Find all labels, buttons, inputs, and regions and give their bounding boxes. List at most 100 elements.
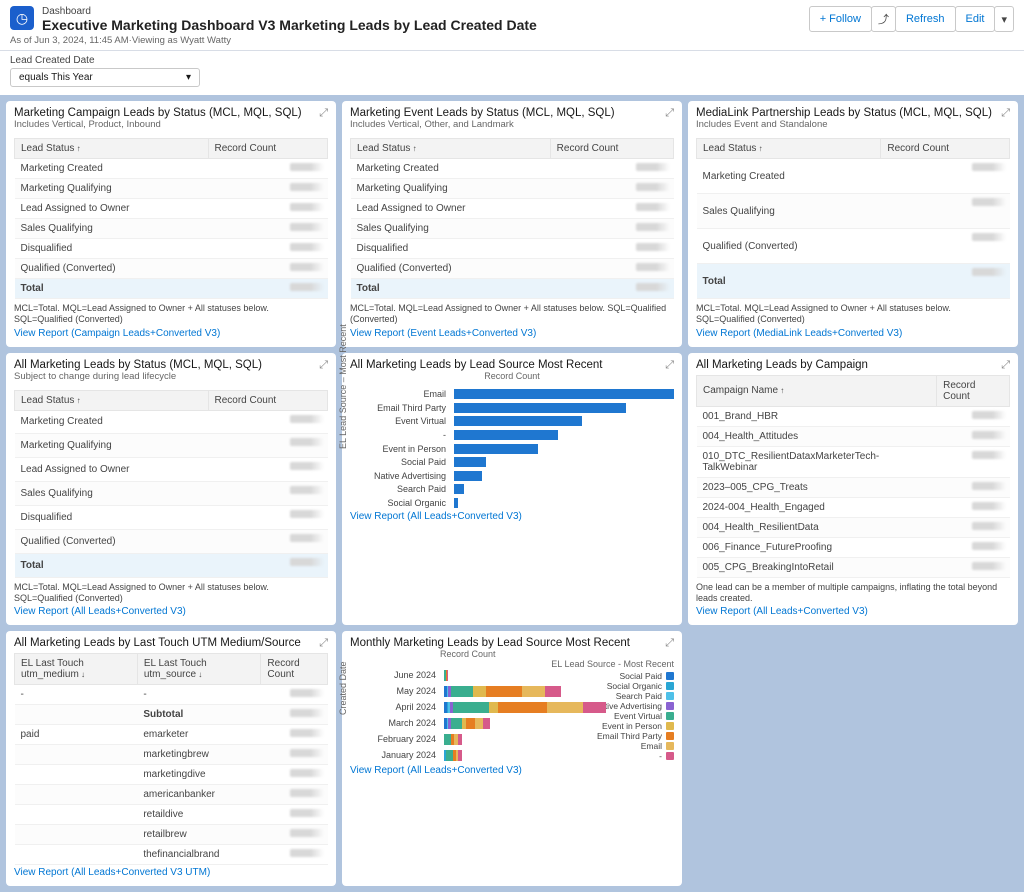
col-record-count[interactable]: Record Count xyxy=(937,375,1010,406)
bar-segment[interactable] xyxy=(522,686,545,697)
bar-segment[interactable] xyxy=(547,702,583,713)
page-header: ◷ Dashboard Executive Marketing Dashboar… xyxy=(0,0,1024,51)
bar-segment[interactable] xyxy=(453,702,489,713)
table-row: 004_Health_ResilientData xyxy=(697,517,1010,537)
bar-segment[interactable] xyxy=(475,718,482,729)
bar-segment[interactable] xyxy=(545,686,561,697)
campaign-link[interactable]: 2024-004_Health_Engaged xyxy=(697,497,937,517)
card-subtitle: Includes Event and Standalone xyxy=(696,119,1010,130)
bar-segment[interactable] xyxy=(458,734,462,745)
col-lead-status[interactable]: Lead Status xyxy=(351,139,551,159)
bar-segment[interactable] xyxy=(486,686,522,697)
bar-segment[interactable] xyxy=(466,718,475,729)
bar[interactable] xyxy=(454,471,482,481)
bar-segment[interactable] xyxy=(447,670,449,681)
bar-label: Search Paid xyxy=(370,484,450,494)
stacked-bar[interactable] xyxy=(444,702,624,713)
bar-segment[interactable] xyxy=(583,702,606,713)
col-lead-status[interactable]: Lead Status xyxy=(15,139,209,159)
table-row: Qualified (Converted) xyxy=(15,259,328,279)
col-utm-medium[interactable]: EL Last Touch utm_medium xyxy=(15,654,138,685)
card-all-leads-status: ⤢ All Marketing Leads by Status (MCL, MQ… xyxy=(6,353,336,626)
bar[interactable] xyxy=(454,430,558,440)
dashboard-grid: ⤢ Marketing Campaign Leads by Status (MC… xyxy=(0,95,1024,892)
col-record-count[interactable]: Record Count xyxy=(208,139,328,159)
campaign-link[interactable]: 2023–005_CPG_Treats xyxy=(697,477,937,497)
table-row: Sales Qualifying xyxy=(15,482,328,506)
table-row: Marketing Created xyxy=(15,159,328,179)
bar-segment[interactable] xyxy=(473,686,487,697)
stacked-bar[interactable] xyxy=(444,686,624,697)
bar-segment[interactable] xyxy=(444,734,451,745)
refresh-button[interactable]: Refresh xyxy=(895,6,956,32)
bar-segment[interactable] xyxy=(446,750,453,761)
col-lead-status[interactable]: Lead Status xyxy=(15,390,209,410)
expand-icon[interactable]: ⤢ xyxy=(1001,107,1010,120)
share-button[interactable]: ⤴ xyxy=(871,6,896,32)
view-report-link[interactable]: View Report (All Leads+Converted V3) xyxy=(14,606,328,617)
breadcrumb: Dashboard xyxy=(42,6,537,17)
expand-icon[interactable]: ⤢ xyxy=(319,359,328,372)
stacked-bar[interactable] xyxy=(444,718,624,729)
x-axis-label: Record Count xyxy=(350,649,674,659)
expand-icon[interactable]: ⤢ xyxy=(665,359,674,372)
campaign-link[interactable]: 005_CPG_BreakingIntoRetail xyxy=(697,557,937,577)
expand-icon[interactable]: ⤢ xyxy=(665,637,674,650)
bar[interactable] xyxy=(454,403,626,413)
bar-segment[interactable] xyxy=(483,718,490,729)
bar-row: Native Advertising xyxy=(370,470,674,482)
campaign-link[interactable]: 004_Health_Attitudes xyxy=(697,426,937,446)
view-report-link[interactable]: View Report (All Leads+Converted V3) xyxy=(350,765,674,776)
table-body: Marketing Created Marketing Qualifying L… xyxy=(15,159,328,299)
edit-caret-button[interactable]: ▾ xyxy=(994,6,1014,32)
filter-lead-created-date[interactable]: equals This Year ▾ xyxy=(10,68,200,87)
follow-button[interactable]: + Follow xyxy=(809,6,872,32)
edit-button[interactable]: Edit xyxy=(955,6,996,32)
campaign-link[interactable]: 001_Brand_HBR xyxy=(697,406,937,426)
bar-segment[interactable] xyxy=(498,702,548,713)
x-axis-label: Record Count xyxy=(350,371,674,381)
stacked-bar[interactable] xyxy=(444,670,624,681)
view-report-link[interactable]: View Report (Campaign Leads+Converted V3… xyxy=(14,328,328,339)
view-report-link[interactable]: View Report (All Leads+Converted V3) xyxy=(696,606,1010,617)
stacked-bar[interactable] xyxy=(444,750,624,761)
view-report-link[interactable]: View Report (Event Leads+Converted V3) xyxy=(350,328,674,339)
expand-icon[interactable]: ⤢ xyxy=(665,107,674,120)
table-row: Sales Qualifying xyxy=(351,219,674,239)
stacked-bar[interactable] xyxy=(444,734,624,745)
view-report-link[interactable]: View Report (All Leads+Converted V3) xyxy=(350,511,674,522)
campaign-link[interactable]: 010_DTC_ResilientDataxMarketerTech-TalkW… xyxy=(697,446,937,477)
col-campaign-name[interactable]: Campaign Name xyxy=(697,375,937,406)
bar-segment[interactable] xyxy=(458,750,462,761)
bar-label: Native Advertising xyxy=(370,471,450,481)
bar[interactable] xyxy=(454,484,464,494)
col-record-count[interactable]: Record Count xyxy=(208,390,328,410)
bar[interactable] xyxy=(454,444,538,454)
view-report-link[interactable]: View Report (MediaLink Leads+Converted V… xyxy=(696,328,1010,339)
bar-segment[interactable] xyxy=(451,718,462,729)
bar-segment[interactable] xyxy=(489,702,498,713)
table-row: retaildive xyxy=(15,805,328,825)
bar-label: Social Paid xyxy=(370,457,450,467)
col-record-count[interactable]: Record Count xyxy=(881,139,1010,159)
card-title: All Marketing Leads by Lead Source Most … xyxy=(350,359,674,371)
expand-icon[interactable]: ⤢ xyxy=(319,107,328,120)
view-report-link[interactable]: View Report (All Leads+Converted V3 UTM) xyxy=(14,867,328,878)
campaign-link[interactable]: 004_Health_ResilientData xyxy=(697,517,937,537)
bar[interactable] xyxy=(454,389,674,399)
card-leads-by-source: ⤢ All Marketing Leads by Lead Source Mos… xyxy=(342,353,682,626)
bar[interactable] xyxy=(454,457,486,467)
bar-label: Event in Person xyxy=(370,444,450,454)
table-row: Marketing Qualifying xyxy=(15,179,328,199)
col-record-count[interactable]: Record Count xyxy=(261,654,328,685)
bar-segment[interactable] xyxy=(451,686,473,697)
bar[interactable] xyxy=(454,416,582,426)
col-record-count[interactable]: Record Count xyxy=(550,139,673,159)
expand-icon[interactable]: ⤢ xyxy=(319,637,328,650)
col-lead-status[interactable]: Lead Status xyxy=(697,139,881,159)
bar[interactable] xyxy=(454,498,458,508)
campaign-link[interactable]: 006_Finance_FutureProofing xyxy=(697,537,937,557)
expand-icon[interactable]: ⤢ xyxy=(1001,359,1010,372)
col-utm-source[interactable]: EL Last Touch utm_source xyxy=(137,654,261,685)
stacked-row: February 2024 xyxy=(370,731,674,747)
